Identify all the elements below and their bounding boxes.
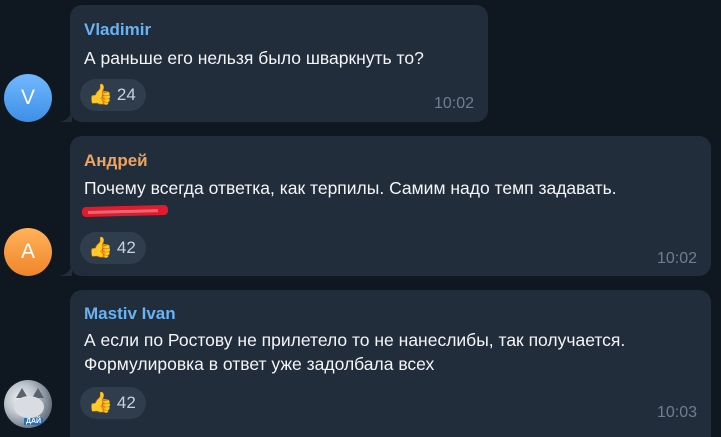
reaction-chip[interactable]: 👍 42 <box>80 387 146 419</box>
message-time: 10:02 <box>433 95 474 112</box>
thumbs-up-icon: 👍 <box>88 392 113 414</box>
avatar-letter: V <box>20 86 35 109</box>
reaction-chip[interactable]: 👍 42 <box>80 232 146 264</box>
reaction-count: 42 <box>116 393 136 412</box>
reaction-chip[interactable]: 👍 24 <box>80 79 146 111</box>
reaction-count: 42 <box>116 238 136 257</box>
redaction-mark <box>81 204 169 218</box>
message-text: А раньше его нельзя было шваркнуть то? <box>84 48 424 68</box>
message-bubble[interactable]: Андрей Почему всегда ответка, как терпил… <box>70 136 711 276</box>
chat-message-list: Vladimir А раньше его нельзя было шваркн… <box>0 0 721 437</box>
message-bubble[interactable]: Vladimir А раньше его нельзя было шваркн… <box>70 5 488 122</box>
avatar-photo-detail <box>14 396 44 418</box>
avatar[interactable]: А <box>4 228 52 276</box>
avatar-tag: ДАЙ <box>24 418 44 425</box>
reaction-count: 24 <box>116 85 136 104</box>
avatar-letter: А <box>20 240 35 263</box>
sender-name[interactable]: Vladimir <box>84 20 151 40</box>
message-time: 10:03 <box>656 404 697 421</box>
thumbs-up-icon: 👍 <box>88 84 113 106</box>
sender-name[interactable]: Андрей <box>84 151 148 171</box>
thumbs-up-icon: 👍 <box>88 237 113 259</box>
sender-name[interactable]: Mastiv Ivan <box>84 304 176 324</box>
avatar[interactable]: V <box>4 74 52 122</box>
message-time: 10:02 <box>656 250 697 267</box>
message-bubble[interactable]: Mastiv Ivan А если по Ростову не прилете… <box>70 290 711 437</box>
message-text: Почему всегда ответка, как терпилы. Сами… <box>84 178 617 198</box>
message-text: А если по Ростову не прилетело то не нан… <box>84 330 626 374</box>
avatar[interactable]: ДАЙ <box>4 380 52 428</box>
